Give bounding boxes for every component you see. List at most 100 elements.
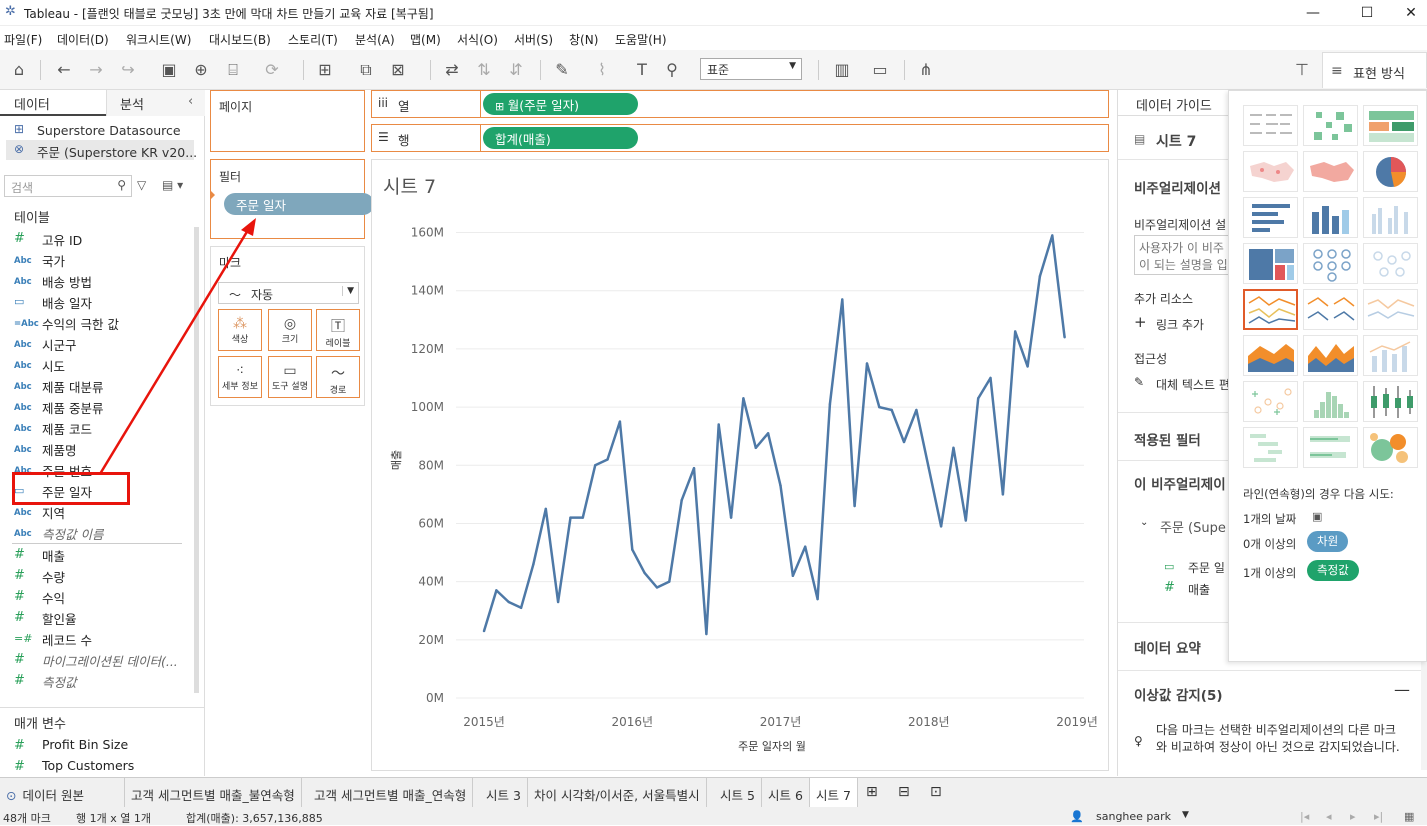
measure-item[interactable]: =# 레코드 수 bbox=[14, 630, 92, 650]
menu-analysis[interactable]: 분석(A) bbox=[355, 31, 395, 48]
pages-shelf[interactable]: 페이지 bbox=[210, 90, 365, 152]
label-icon[interactable]: T bbox=[630, 58, 654, 82]
add-link[interactable]: 링크 추가 bbox=[1156, 316, 1204, 333]
field-item[interactable]: Abc 국가 bbox=[14, 251, 65, 271]
pause-update-icon[interactable]: ⌸ bbox=[221, 58, 245, 82]
field-item[interactable]: # 고유 ID bbox=[14, 230, 82, 250]
field-item[interactable]: Abc 시군구 bbox=[14, 335, 77, 355]
highlight-icon[interactable]: ✎ bbox=[550, 58, 574, 82]
field-item[interactable]: Abc 제품명 bbox=[14, 440, 77, 460]
tab-analysis[interactable]: 분석 bbox=[120, 94, 144, 113]
chart-type-bullet[interactable] bbox=[1303, 427, 1358, 468]
chart-type-horizontal-bar[interactable] bbox=[1243, 197, 1298, 238]
measure-item[interactable]: # 수익 bbox=[14, 588, 65, 608]
rows-pill[interactable]: 합계(매출) bbox=[483, 127, 638, 149]
close-button[interactable]: ✕ bbox=[1388, 0, 1427, 26]
measure-item[interactable]: # 마이그레이션된 데이터(... bbox=[14, 651, 178, 671]
field-item[interactable]: Abc 지역 bbox=[14, 503, 65, 523]
chart-type-pie[interactable] bbox=[1363, 151, 1418, 192]
menu-dashboard[interactable]: 대시보드(B) bbox=[209, 31, 271, 48]
field-item[interactable]: Abc 제품 코드 bbox=[14, 419, 92, 439]
chart-type-side-by-side-bar[interactable] bbox=[1363, 197, 1418, 238]
parameter-item[interactable]: # Top Customers bbox=[14, 758, 134, 778]
color-button[interactable]: ⁂ 색상 bbox=[218, 309, 262, 351]
swap-icon[interactable]: ⇄ bbox=[440, 58, 464, 82]
chart-type-continuous-area[interactable] bbox=[1243, 335, 1298, 376]
new-worksheet-icon[interactable]: ⊞ bbox=[313, 58, 337, 82]
tab-sheet[interactable]: 고객 세그먼트별 매출_연속형 bbox=[308, 778, 474, 808]
chart-type-discrete-line[interactable] bbox=[1303, 289, 1358, 330]
field-item[interactable]: Abc 배송 방법 bbox=[14, 272, 92, 292]
chart-type-symbol-map[interactable] bbox=[1243, 151, 1298, 192]
chart-type-histogram[interactable] bbox=[1303, 381, 1358, 422]
tab-sheet-active[interactable]: 시트 7 bbox=[810, 778, 858, 808]
clear-sheet-icon[interactable]: ⊠ bbox=[386, 58, 410, 82]
new-datasource-icon[interactable]: ⊕ bbox=[189, 58, 213, 82]
duplicate-icon[interactable]: ⧉ bbox=[354, 58, 378, 82]
sort-asc-icon[interactable]: ⇅ bbox=[472, 58, 496, 82]
show-cards-icon[interactable]: ▥ bbox=[830, 58, 854, 82]
prev-sheet-icon[interactable]: ◂ bbox=[1326, 810, 1332, 823]
new-dashboard-icon[interactable]: ⊟ bbox=[898, 784, 910, 800]
filter-pill-order-date[interactable]: 주문 일자 bbox=[224, 193, 374, 215]
measure-item[interactable]: # 수량 bbox=[14, 567, 65, 587]
menu-map[interactable]: 맵(M) bbox=[410, 31, 441, 48]
chevron-down-icon[interactable]: ▼ bbox=[1182, 810, 1189, 820]
undo-icon[interactable]: ← bbox=[52, 58, 76, 82]
measure-item[interactable]: # 매출 bbox=[14, 546, 65, 566]
new-worksheet-icon[interactable]: ⊞ bbox=[866, 784, 878, 800]
collapse-section-icon[interactable]: — bbox=[1394, 680, 1410, 699]
size-button[interactable]: ◎ 크기 bbox=[268, 309, 312, 351]
tab-sheet[interactable]: 고객 세그먼트별 매출_불연속형 bbox=[125, 778, 302, 808]
field-item[interactable]: Abc 제품 대분류 bbox=[14, 377, 103, 397]
new-story-icon[interactable]: ⊡ bbox=[930, 784, 942, 800]
tab-datasource[interactable]: ⊙ 데이터 원본 bbox=[0, 778, 125, 808]
redo-icon[interactable]: → bbox=[84, 58, 108, 82]
tab-data[interactable]: 데이터 bbox=[14, 94, 50, 113]
alt-text-link[interactable]: 대체 텍스트 편 bbox=[1156, 376, 1230, 393]
status-user[interactable]: sanghee park bbox=[1096, 810, 1171, 823]
chart-type-discrete-area[interactable] bbox=[1303, 335, 1358, 376]
field-item[interactable]: ▭ 배송 일자 bbox=[14, 293, 92, 313]
measure-item[interactable]: # 할인율 bbox=[14, 609, 77, 629]
chart-type-packed-bubbles[interactable] bbox=[1363, 427, 1418, 468]
tab-sheet[interactable]: 시트 6 bbox=[762, 778, 810, 808]
scrollbar[interactable] bbox=[194, 227, 199, 693]
first-sheet-icon[interactable]: |◂ bbox=[1300, 810, 1309, 823]
tab-sheet[interactable]: 차이 시각화/이서준, 서울특별시 bbox=[528, 778, 707, 808]
menu-server[interactable]: 서버(S) bbox=[514, 31, 553, 48]
field-item[interactable]: Abc 제품 중분류 bbox=[14, 398, 103, 418]
chart-type-side-by-side-circle[interactable] bbox=[1363, 243, 1418, 284]
last-sheet-icon[interactable]: ▸| bbox=[1374, 810, 1383, 823]
grid-icon[interactable]: ▦ bbox=[1404, 810, 1414, 823]
minimize-button[interactable]: — bbox=[1290, 0, 1336, 26]
menu-help[interactable]: 도움말(H) bbox=[615, 31, 667, 48]
sort-desc-icon[interactable]: ⇵ bbox=[504, 58, 528, 82]
datasource-item[interactable]: Superstore Datasource bbox=[37, 123, 181, 138]
chart-type-text-table[interactable] bbox=[1243, 105, 1298, 146]
refresh-icon[interactable]: ⟳ bbox=[260, 58, 284, 82]
path-button[interactable]: 〜 경로 bbox=[316, 356, 360, 398]
mark-type-dropdown[interactable]: 〜 자동 ▼ bbox=[218, 282, 359, 304]
search-input[interactable]: 검색 ⚲ bbox=[4, 175, 132, 197]
columns-pill[interactable]: ⊞ 월(주문 일자) bbox=[483, 93, 638, 115]
chart-type-gantt[interactable] bbox=[1243, 427, 1298, 468]
pin-icon[interactable]: ⚲ bbox=[660, 58, 684, 82]
chart-type-filled-map[interactable] bbox=[1303, 151, 1358, 192]
chart-type-treemap[interactable] bbox=[1243, 243, 1298, 284]
filter-icon[interactable]: ▽ bbox=[137, 178, 146, 192]
chart-type-circle-view[interactable] bbox=[1303, 243, 1358, 284]
group-icon[interactable]: ⌇ bbox=[590, 58, 614, 82]
home-icon[interactable]: ⌂ bbox=[7, 58, 31, 82]
tab-sheet[interactable]: 시트 5 bbox=[714, 778, 762, 808]
chart-type-highlight-table[interactable] bbox=[1363, 105, 1418, 146]
save-icon[interactable]: ▣ bbox=[157, 58, 181, 82]
menu-format[interactable]: 서식(O) bbox=[457, 31, 498, 48]
label-button[interactable]: 🅃 레이블 bbox=[316, 309, 360, 351]
show-me-tab[interactable]: ≡ 표현 방식 bbox=[1322, 52, 1427, 88]
chart-type-dual-line[interactable] bbox=[1363, 289, 1418, 330]
presentation-icon[interactable]: ▭ bbox=[868, 58, 892, 82]
chevron-down-icon[interactable]: ⌄ bbox=[1140, 517, 1148, 528]
highlighter-icon[interactable]: ⊤ bbox=[1290, 58, 1314, 82]
chart-type-scatter[interactable] bbox=[1243, 381, 1298, 422]
